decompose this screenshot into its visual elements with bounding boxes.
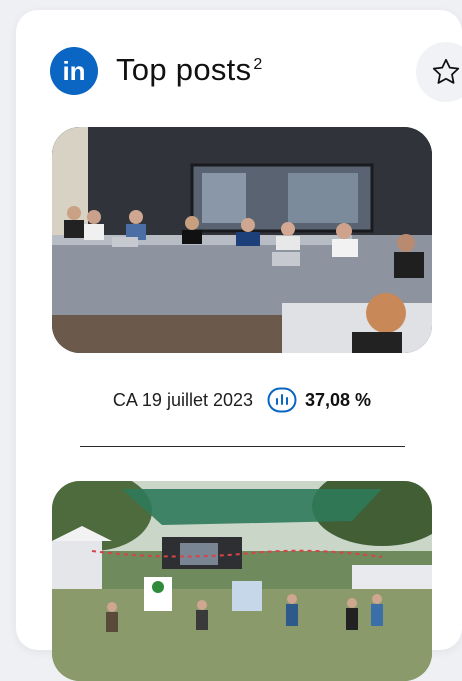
title-superscript: 2 <box>253 55 263 73</box>
card-title: Top posts 2 <box>116 52 263 88</box>
post-image-event[interactable] <box>52 481 432 681</box>
linkedin-icon: in <box>50 47 98 95</box>
card-title-text: Top posts <box>116 52 252 87</box>
meeting-photo <box>52 127 432 353</box>
post-date: CA 19 juillet 2023 <box>112 389 254 410</box>
card-header: in Top posts 2 <box>50 38 462 102</box>
divider <box>80 446 405 447</box>
star-icon <box>432 58 460 84</box>
post-image-meeting[interactable] <box>52 127 432 353</box>
favorite-button[interactable] <box>416 42 462 102</box>
bar-chart-icon <box>267 387 297 413</box>
outdoor-event-photo <box>52 481 432 681</box>
engagement-rate: 37,08 % <box>305 389 372 410</box>
top-posts-card: in Top posts 2 CA 19 juillet 2023 37,08 … <box>16 10 462 681</box>
post-stats: CA 19 juillet 2023 37,08 % <box>52 385 432 415</box>
